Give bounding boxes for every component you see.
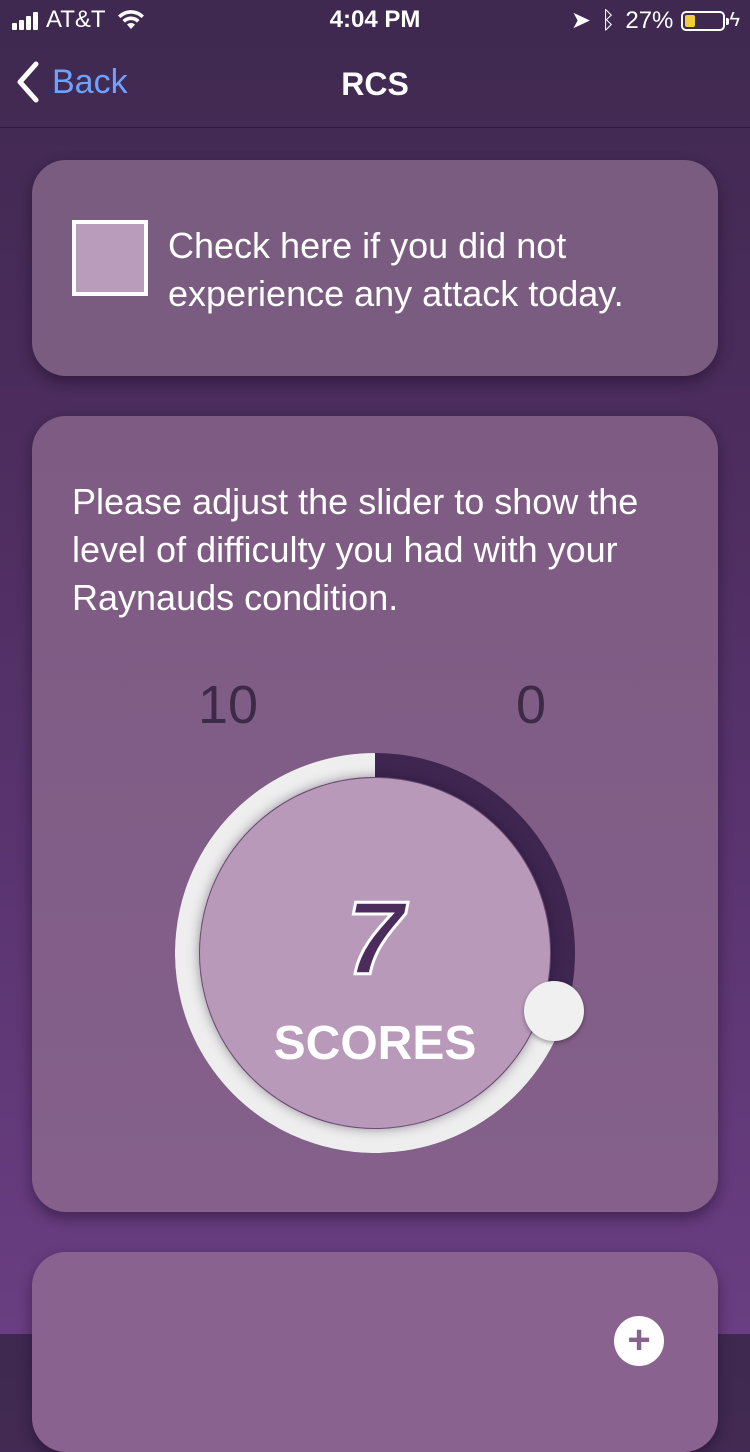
battery-percent: 27%: [625, 6, 674, 34]
battery-level: [685, 14, 696, 27]
no-attack-checkbox[interactable]: [72, 220, 148, 296]
status-bar: AT&T 4:04 PM ➤ ᛒ 27% ϟ: [0, 0, 750, 40]
page-title: RCS: [341, 66, 409, 102]
dial-center: 7 SCORES: [200, 778, 550, 1128]
slider-prompt: Please adjust the slider to show the lev…: [72, 481, 639, 618]
next-card: +: [32, 1252, 718, 1452]
score-value: 7: [345, 881, 406, 997]
scale-max-label: 10: [198, 675, 259, 735]
status-right: ➤ ᛒ 27% ϟ: [571, 6, 740, 35]
location-arrow-icon: ➤: [570, 7, 591, 34]
no-attack-label: Check here if you did not experience any…: [168, 225, 624, 314]
difficulty-slider-card: Please adjust the slider to show the lev…: [32, 416, 718, 1212]
score-dial[interactable]: 7 SCORES: [175, 753, 584, 1153]
scale-min-label: 0: [516, 675, 547, 735]
charging-bolt-icon: ϟ: [729, 9, 740, 31]
plus-circle-icon[interactable]: +: [614, 1316, 664, 1366]
no-attack-card: Check here if you did not experience any…: [32, 160, 718, 376]
score-unit-label: SCORES: [273, 1017, 477, 1070]
navigation-bar: Back RCS: [0, 40, 750, 128]
battery-icon: [681, 10, 730, 31]
dial-thumb[interactable]: [523, 981, 584, 1042]
bluetooth-icon: ᛒ: [600, 6, 616, 34]
